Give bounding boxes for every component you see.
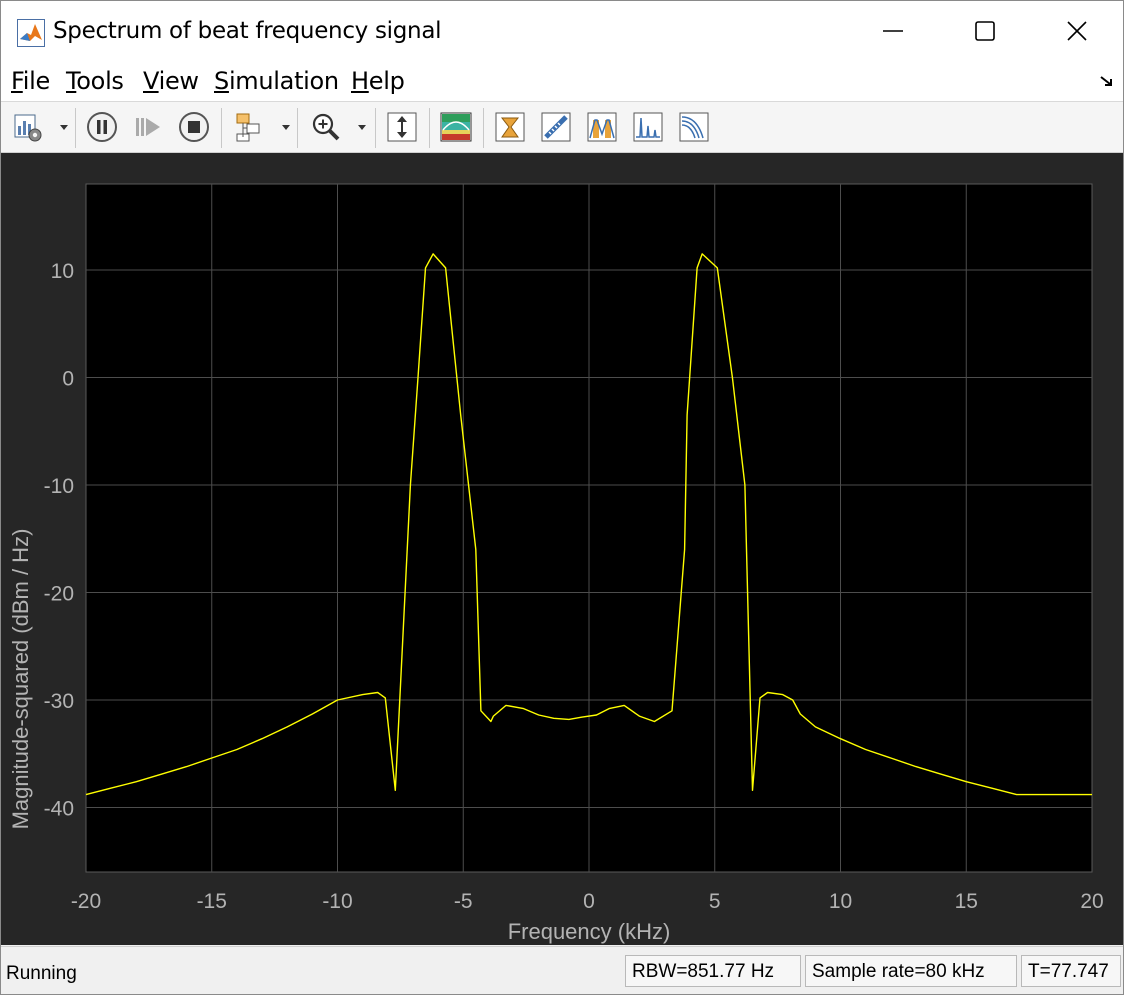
maximize-button[interactable]	[939, 1, 1031, 61]
spectrum-plot[interactable]: 10 0 -10 -20 -30 -40 -20 -15 -10 -5 0 5 10 15 20	[1, 153, 1123, 945]
x-tick-label: 20	[1080, 890, 1103, 913]
toolbar-separator	[221, 108, 222, 148]
y-tick-label: -40	[44, 798, 74, 821]
scope-window: Spectrum of beat frequency signal File T…	[0, 0, 1124, 995]
settings-button[interactable]	[11, 110, 45, 144]
status-time: T=77.747	[1021, 955, 1121, 987]
step-forward-button[interactable]	[131, 110, 165, 144]
toolbar-separator	[75, 108, 76, 148]
close-icon	[1067, 21, 1087, 41]
highlight-block-dropdown-icon[interactable]	[281, 124, 291, 132]
step-forward-icon	[136, 118, 160, 136]
settings-icon	[14, 114, 42, 142]
stop-icon	[179, 112, 209, 142]
y-tick-label: -10	[44, 475, 74, 498]
toolbar-separator	[429, 108, 430, 148]
menu-file-rest: ile	[22, 67, 51, 95]
data-cursors-button[interactable]	[493, 110, 527, 144]
pause-button[interactable]	[85, 110, 119, 144]
data-cursors-icon	[495, 112, 525, 142]
menu-file-mnemonic: F	[11, 67, 23, 95]
minimize-icon	[883, 30, 903, 32]
y-tick-label: 0	[62, 368, 74, 391]
peak-finder-icon	[587, 112, 617, 142]
window-title: Spectrum of beat frequency signal	[53, 18, 442, 44]
menu-view-rest: iew	[158, 67, 199, 95]
measurements-icon	[541, 112, 571, 142]
y-tick-label: -20	[44, 583, 74, 606]
scale-axes-button[interactable]	[385, 110, 419, 144]
scale-axes-icon	[387, 112, 417, 142]
status-bar: Running RBW=851.77 Hz Sample rate=80 kHz…	[1, 946, 1123, 994]
menu-tools-mnemonic: T	[66, 67, 77, 95]
peak-finder-button[interactable]	[585, 110, 619, 144]
y-axis-label: Magnitude-squared (dBm / Hz)	[8, 528, 33, 830]
menu-simulation[interactable]: Simulation	[214, 67, 339, 95]
toolbar	[1, 102, 1123, 153]
x-tick-label: -15	[197, 890, 227, 913]
highlight-block-button[interactable]	[233, 110, 267, 144]
spectrogram-icon	[440, 112, 472, 142]
menu-bar: File Tools View Simulation Help	[1, 61, 1123, 102]
y-tick-labels: 10 0 -10 -20 -30 -40	[44, 260, 74, 821]
distortion-button[interactable]	[631, 110, 665, 144]
menu-view-mnemonic: V	[143, 67, 159, 95]
measurements-button[interactable]	[539, 110, 573, 144]
close-button[interactable]	[1031, 1, 1123, 61]
maximize-icon	[975, 21, 995, 41]
pause-icon	[87, 112, 117, 142]
y-tick-label: -30	[44, 690, 74, 713]
status-running: Running	[6, 963, 77, 984]
menu-file[interactable]: File	[11, 67, 50, 95]
zoom-in-icon	[312, 113, 340, 141]
y-tick-label: 10	[51, 260, 74, 283]
title-bar[interactable]: Spectrum of beat frequency signal	[1, 1, 1123, 61]
menu-help-rest: elp	[368, 67, 405, 95]
menu-view[interactable]: View	[143, 67, 199, 95]
x-tick-label: -10	[322, 890, 352, 913]
plot-panel: 10 0 -10 -20 -30 -40 -20 -15 -10 -5 0 5 10 15 20 Magn…	[1, 153, 1123, 945]
matlab-icon	[17, 19, 45, 47]
menu-simulation-rest: imulation	[228, 67, 339, 95]
x-tick-label: 10	[829, 890, 852, 913]
status-sample-rate: Sample rate=80 kHz	[805, 955, 1017, 987]
undock-arrow-icon[interactable]	[1099, 75, 1115, 89]
toolbar-separator	[375, 108, 376, 148]
zoom-dropdown-icon[interactable]	[357, 124, 367, 132]
ccdf-icon	[679, 112, 709, 142]
x-tick-label: 5	[709, 890, 721, 913]
zoom-button[interactable]	[309, 110, 343, 144]
menu-tools-rest: ools	[76, 67, 124, 95]
status-rbw: RBW=851.77 Hz	[625, 955, 801, 987]
x-tick-label: 0	[583, 890, 595, 913]
x-tick-label: 15	[955, 890, 978, 913]
menu-tools[interactable]: Tools	[66, 67, 124, 95]
x-tick-label: -20	[71, 890, 101, 913]
settings-dropdown-icon[interactable]	[59, 124, 69, 132]
ccdf-button[interactable]	[677, 110, 711, 144]
highlight-simulink-block-icon	[236, 113, 260, 142]
x-axis-label: Frequency (kHz)	[507, 919, 671, 944]
spectrogram-button[interactable]	[439, 110, 473, 144]
menu-simulation-mnemonic: S	[214, 67, 229, 95]
x-tick-labels: -20 -15 -10 -5 0 5 10 15 20	[71, 890, 1104, 913]
toolbar-separator	[297, 108, 298, 148]
distortion-measurements-icon	[633, 112, 663, 142]
minimize-button[interactable]	[847, 1, 939, 61]
toolbar-separator	[483, 108, 484, 148]
menu-help-mnemonic: H	[351, 67, 369, 95]
menu-help[interactable]: Help	[351, 67, 405, 95]
x-tick-label: -5	[454, 890, 473, 913]
stop-button[interactable]	[177, 110, 211, 144]
